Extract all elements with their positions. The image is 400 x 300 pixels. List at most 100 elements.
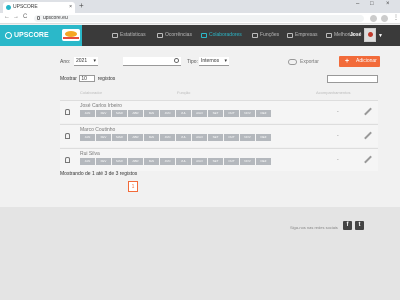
user-icon [65,109,70,115]
month-cell[interactable]: ABR [128,158,143,165]
acompanhamentos-value: - [337,133,339,139]
month-cell[interactable]: JAN [80,158,95,165]
registos-label: registos [97,75,116,82]
month-cell[interactable]: OUT [224,134,239,141]
month-cell[interactable]: DEZ [256,158,271,165]
close-window-button[interactable]: × [386,1,390,7]
month-cell[interactable]: AGO [192,158,207,165]
column-header-acompanhamentos[interactable]: Acompanhamentos [316,90,350,95]
logo-text: UPSCORE [14,32,49,39]
maximize-button[interactable]: □ [370,1,374,7]
page-button[interactable]: 1 [128,181,138,192]
back-button[interactable]: ← [4,14,10,20]
export-button[interactable]: Exportar [288,59,319,65]
month-cell[interactable]: MAR [112,110,127,117]
plus-icon: + [345,58,350,65]
lock-icon [37,16,40,20]
table-row: Marco Coutinho JAN FEV MAR ABR MAI JUN JUL AGO SE… [60,124,378,147]
month-cell[interactable]: MAI [144,158,159,165]
user-icon [65,157,70,163]
month-cell[interactable]: FEV [96,110,111,117]
export-label: Exportar [300,59,319,65]
month-cell[interactable]: MAR [112,134,127,141]
month-cell[interactable]: JUL [176,134,191,141]
month-cell[interactable]: JAN [80,110,95,117]
month-cell[interactable]: AGO [192,134,207,141]
url-input[interactable]: upscore.eu [34,15,364,22]
nav-item-empresas[interactable]: Empresas [287,25,318,46]
people-icon [201,33,207,38]
month-cell[interactable]: DEZ [256,110,271,117]
browser-tab[interactable]: UPSCORE × [3,2,75,13]
month-cell[interactable]: NOV [240,134,255,141]
table-filter-input[interactable] [327,75,378,83]
tipo-label: Tipo: [187,59,198,65]
month-cell[interactable]: JAN [80,134,95,141]
month-cell[interactable]: SET [208,134,223,141]
search-icon[interactable] [174,58,179,63]
ano-label: Ano: [60,59,71,65]
column-header-colaborador[interactable]: Colaborador [80,90,102,95]
month-cell[interactable]: JUL [176,110,191,117]
minimize-button[interactable]: – [356,1,359,7]
month-cell[interactable]: SET [208,158,223,165]
month-cell[interactable]: JUN [160,158,175,165]
profile-icon[interactable] [381,15,388,22]
page-size-control: Mostrar 10 registos [60,75,115,82]
url-text: upscore.eu [43,15,68,21]
nav-item-estatisticas[interactable]: Estatísticas [112,25,146,46]
chevron-down-icon[interactable]: ▼ [378,33,383,39]
favicon-icon [6,5,11,10]
chevron-down-icon: ▾ [93,58,96,64]
edit-icon[interactable] [364,155,372,164]
month-cell[interactable]: DEZ [256,134,271,141]
user-name[interactable]: José [350,32,361,38]
chart-icon [112,33,118,38]
month-cell[interactable]: NOV [240,158,255,165]
column-header-funcao[interactable]: Função [177,90,190,95]
month-cell[interactable]: JUL [176,158,191,165]
nav-label: Funções [260,32,280,38]
page-size-select[interactable]: 10 [79,75,96,82]
month-cell[interactable]: AGO [192,110,207,117]
month-cell[interactable]: MAR [112,158,127,165]
edit-icon[interactable] [364,107,372,116]
month-cell[interactable]: OUT [224,158,239,165]
month-cell[interactable]: OUT [224,110,239,117]
refresh-icon [326,33,332,38]
new-tab-button[interactable]: + [79,1,84,10]
avatar[interactable] [364,28,376,42]
twitter-icon[interactable]: t [355,221,364,230]
nav-label: Estatísticas [120,32,146,38]
month-cell[interactable]: FEV [96,158,111,165]
month-cell[interactable]: JUN [160,134,175,141]
tipo-value: Internos [201,58,220,64]
employee-name: José Carlos Irbeiro [80,103,122,109]
month-cell[interactable]: ABR [128,134,143,141]
month-cell[interactable]: MAI [144,134,159,141]
forward-button[interactable]: → [13,14,19,20]
menu-icon[interactable]: ⋮ [393,14,399,21]
edit-icon[interactable] [364,131,372,140]
reload-button[interactable]: C [23,14,27,20]
add-button[interactable]: + Adicionar [339,56,380,67]
month-cell[interactable]: FEV [96,134,111,141]
month-cell[interactable]: ABR [128,110,143,117]
tab-close-icon[interactable]: × [69,2,72,13]
extension-icon[interactable] [370,15,377,22]
month-cell[interactable]: NOV [240,110,255,117]
month-cell[interactable]: SET [208,110,223,117]
tipo-select[interactable]: Internos ▾ [199,57,229,66]
app-logo[interactable]: UPSCORE [0,25,82,46]
nav-item-funcoes[interactable]: Funções [252,25,279,46]
logo-mark-icon [5,32,12,39]
facebook-icon[interactable]: f [343,221,352,230]
nav-item-ocorrencias[interactable]: Ocorrências [157,25,192,46]
search-input[interactable] [123,57,181,66]
month-cell[interactable]: JUN [160,110,175,117]
month-cell[interactable]: MAI [144,110,159,117]
puzzle-icon [252,33,258,38]
employee-name: Marco Coutinho [80,127,116,133]
ano-select[interactable]: 2021 ▾ [74,57,98,66]
nav-item-colaboradores[interactable]: Colaboradores [201,25,242,46]
